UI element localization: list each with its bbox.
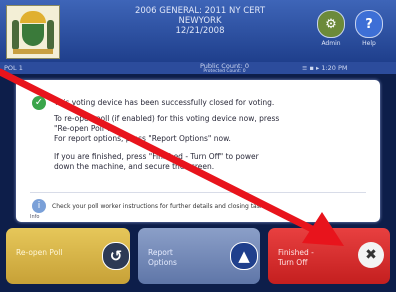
reopen-poll-button[interactable]: Re-open Poll ↺ [6,228,130,284]
close-icon: ✖ [358,242,384,268]
admin-button[interactable]: ⚙ Admin [314,10,348,47]
info-icon[interactable]: i [32,199,46,213]
finished-turn-off-button[interactable]: Finished - Turn Off ✖ [268,228,390,284]
poll-id: POL 1 [4,64,23,72]
divider [30,192,366,193]
report-options-button[interactable]: Report Options ▲ [138,228,260,284]
help-button[interactable]: ? Help [352,10,386,47]
message-panel: ✓ This voting device has been successful… [16,80,380,222]
election-title: 2006 GENERAL: 2011 NY CERT NEWYORK 12/21… [134,6,266,36]
closed-message: This voting device has been successfully… [54,98,275,107]
header-bar: 2006 GENERAL: 2011 NY CERT NEWYORK 12/21… [0,0,396,62]
checkmark-icon: ✓ [32,96,46,110]
state-seal [6,5,60,59]
report-icon: ▲ [230,242,258,270]
count-display: Public Count: 0 Protected Count: 0 [200,62,249,74]
wrench-icon: ⚙ [317,10,345,38]
status-icons-clock: ≡ ▪ ▸ 1:20 PM [302,64,348,72]
finish-instructions: If you are finished, press "Finished - T… [54,152,259,171]
question-icon: ? [355,10,383,38]
reopen-instructions: To re-open poll (if enabled) for this vo… [54,114,280,143]
poll-worker-note: Check your poll worker instructions for … [52,203,269,210]
status-bar: POL 1 Public Count: 0 Protected Count: 0… [0,62,396,74]
reopen-icon: ↺ [102,242,130,270]
